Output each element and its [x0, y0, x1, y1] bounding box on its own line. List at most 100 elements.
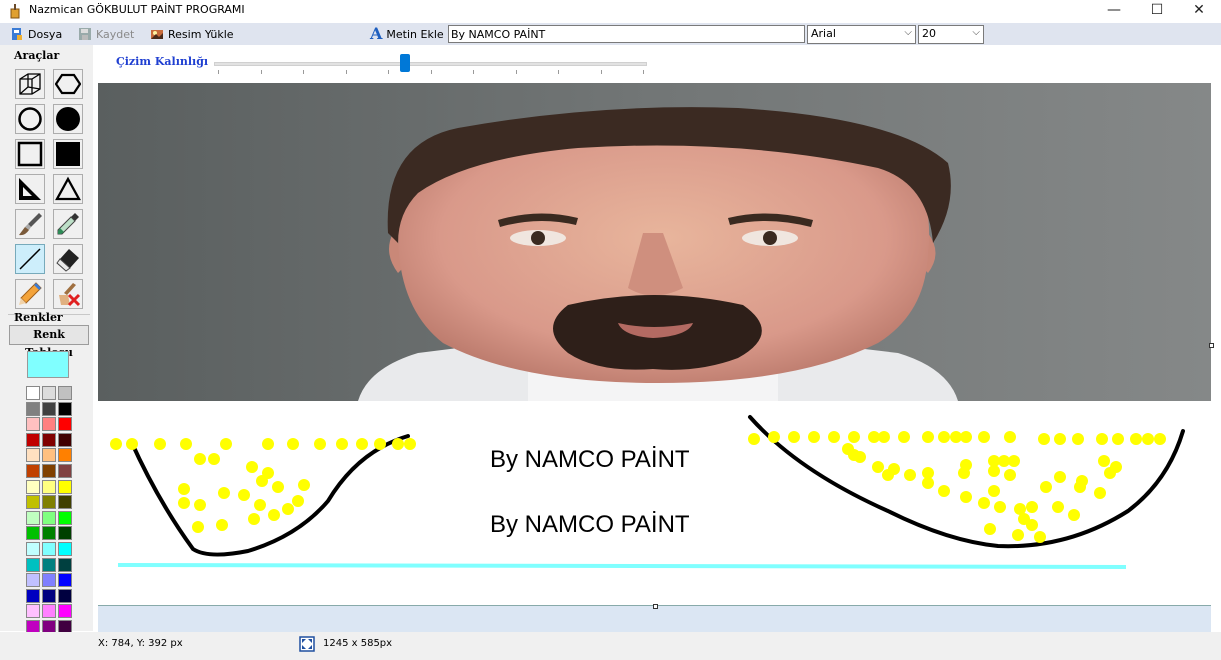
font-size-select[interactable]: 20 ⌵	[918, 25, 984, 44]
line-tool[interactable]	[15, 244, 45, 274]
color-swatch[interactable]	[42, 464, 56, 478]
color-swatch[interactable]	[58, 448, 72, 463]
color-swatch[interactable]	[42, 604, 56, 619]
color-swatch[interactable]	[42, 526, 56, 541]
yellow-dot	[262, 438, 274, 450]
yellow-dot	[1054, 471, 1066, 483]
yellow-dot	[994, 501, 1006, 513]
square-outline-tool[interactable]	[15, 139, 45, 169]
eraser-tool[interactable]	[53, 244, 83, 274]
add-text-button[interactable]: A Metin Ekle	[370, 26, 444, 42]
color-swatch[interactable]	[26, 386, 40, 400]
color-swatch[interactable]	[58, 386, 72, 400]
color-swatch[interactable]	[58, 432, 72, 447]
portrait-photo[interactable]	[98, 83, 1211, 401]
color-swatch[interactable]	[26, 479, 40, 494]
color-swatch[interactable]	[58, 542, 72, 556]
resize-handle-bottom[interactable]	[653, 604, 658, 609]
color-swatch[interactable]	[42, 401, 56, 416]
cursor-coordinates: X: 784, Y: 392 px	[98, 638, 183, 649]
color-swatch[interactable]	[26, 464, 40, 478]
color-swatch[interactable]	[58, 573, 72, 588]
triangle-tool[interactable]	[53, 174, 83, 204]
color-swatch[interactable]	[58, 479, 72, 494]
color-swatch[interactable]	[26, 510, 40, 525]
triangle-icon	[55, 176, 81, 201]
color-swatch[interactable]	[58, 495, 72, 510]
yellow-dot	[872, 461, 884, 473]
yellow-dot	[988, 465, 1000, 477]
font-select[interactable]: Arial ⌵	[807, 25, 916, 44]
color-swatch[interactable]	[42, 386, 56, 400]
color-swatch[interactable]	[26, 526, 40, 541]
pencil-tool[interactable]	[15, 279, 45, 309]
color-swatch[interactable]	[42, 495, 56, 510]
color-swatch[interactable]	[26, 604, 40, 619]
color-swatch[interactable]	[58, 510, 72, 525]
file-icon	[12, 28, 22, 40]
square-filled-tool[interactable]	[53, 139, 83, 169]
slider-tick	[260, 70, 262, 74]
clear-tool[interactable]	[53, 279, 83, 309]
color-swatch[interactable]	[42, 588, 56, 603]
yellow-dot	[978, 497, 990, 509]
clear-icon	[59, 283, 81, 307]
color-table-button[interactable]: Renk Tablosu	[9, 325, 89, 359]
drawing-layer[interactable]: By NAMCO PAİNT By NAMCO PAİNT	[98, 401, 1211, 605]
yellow-dot	[1026, 501, 1038, 513]
color-swatch[interactable]	[58, 401, 72, 416]
color-swatch[interactable]	[58, 526, 72, 541]
color-swatch[interactable]	[26, 401, 40, 416]
color-swatch[interactable]	[58, 588, 72, 603]
load-image-button[interactable]: Resim Yükle	[150, 26, 234, 42]
stroke-width-slider[interactable]	[214, 62, 647, 66]
circle-outline-tool[interactable]	[15, 104, 45, 134]
hexagon-tool[interactable]	[53, 69, 83, 99]
color-swatch[interactable]	[58, 464, 72, 478]
color-swatch[interactable]	[42, 479, 56, 494]
add-text-label: Metin Ekle	[386, 27, 444, 41]
color-swatch[interactable]	[42, 417, 56, 432]
color-swatch[interactable]	[42, 432, 56, 447]
color-swatch[interactable]	[42, 542, 56, 556]
circle-filled-tool[interactable]	[53, 104, 83, 134]
color-swatch[interactable]	[42, 510, 56, 525]
color-swatch[interactable]	[26, 448, 40, 463]
color-swatch[interactable]	[42, 573, 56, 588]
color-swatch[interactable]	[26, 588, 40, 603]
resize-handle-right[interactable]	[1209, 343, 1214, 348]
color-swatch[interactable]	[26, 542, 40, 556]
save-button[interactable]: Kaydet	[78, 26, 134, 42]
cube-tool[interactable]	[15, 69, 45, 99]
yellow-dot	[218, 487, 230, 499]
maximize-button[interactable]: ☐	[1136, 0, 1178, 22]
file-menu[interactable]: Dosya	[10, 26, 62, 42]
color-swatch[interactable]	[42, 557, 56, 572]
hexagon-icon	[55, 73, 81, 95]
color-swatch[interactable]	[58, 604, 72, 619]
text-input[interactable]	[448, 25, 805, 43]
brush-tool[interactable]	[15, 209, 45, 239]
eyedropper-tool[interactable]	[53, 209, 83, 239]
close-button[interactable]: ✕	[1178, 0, 1220, 22]
yellow-dot	[246, 461, 258, 473]
color-swatch[interactable]	[26, 417, 40, 432]
color-swatch[interactable]	[58, 557, 72, 572]
yellow-dot	[788, 431, 800, 443]
color-swatch[interactable]	[26, 557, 40, 572]
window-title: Nazmican GÖKBULUT PAİNT PROGRAMI	[29, 3, 245, 16]
color-swatch[interactable]	[42, 448, 56, 463]
canvas-text-2: By NAMCO PAİNT	[490, 511, 690, 538]
minimize-button[interactable]: —	[1093, 0, 1135, 22]
slider-tick	[600, 70, 602, 74]
stroke-width-thumb[interactable]	[399, 54, 410, 72]
color-swatch[interactable]	[26, 573, 40, 588]
color-swatch[interactable]	[58, 417, 72, 432]
color-swatch[interactable]	[26, 432, 40, 447]
yellow-dot	[1038, 433, 1050, 445]
yellow-dot	[828, 431, 840, 443]
yellow-dot	[208, 453, 220, 465]
yellow-dot	[808, 431, 820, 443]
right-triangle-tool[interactable]	[15, 174, 45, 204]
color-swatch[interactable]	[26, 495, 40, 510]
